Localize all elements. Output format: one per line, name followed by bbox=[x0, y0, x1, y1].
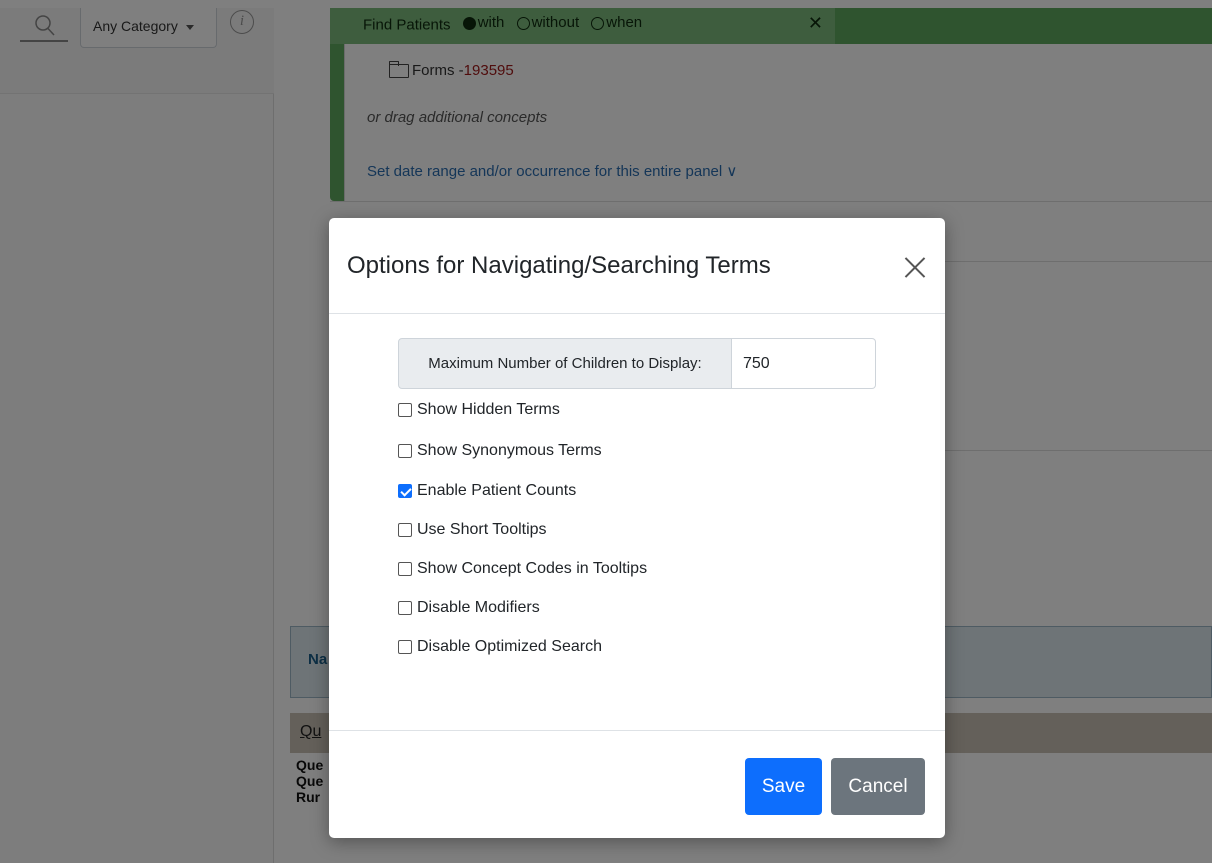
cancel-button[interactable]: Cancel bbox=[831, 758, 925, 815]
checkbox-show-hidden-terms[interactable]: Show Hidden Terms bbox=[398, 401, 560, 419]
checkbox-checked-icon[interactable] bbox=[398, 484, 412, 498]
options-modal: Options for Navigating/Searching Terms M… bbox=[329, 218, 945, 838]
checkbox-label: Use Short Tooltips bbox=[417, 521, 547, 538]
checkbox-label: Show Concept Codes in Tooltips bbox=[417, 560, 648, 577]
max-children-input[interactable] bbox=[732, 338, 876, 389]
checkbox-label: Show Synonymous Terms bbox=[417, 442, 602, 459]
modal-footer: Save Cancel bbox=[329, 730, 945, 838]
checkbox-disable-optimized-search[interactable]: Disable Optimized Search bbox=[398, 638, 602, 656]
checkbox-icon[interactable] bbox=[398, 444, 412, 458]
checkbox-label: Show Hidden Terms bbox=[417, 401, 560, 418]
checkbox-label: Disable Modifiers bbox=[417, 599, 540, 616]
checkbox-label: Enable Patient Counts bbox=[417, 482, 577, 499]
checkbox-show-synonymous-terms[interactable]: Show Synonymous Terms bbox=[398, 442, 602, 460]
modal-title: Options for Navigating/Searching Terms bbox=[347, 252, 771, 279]
checkbox-icon[interactable] bbox=[398, 562, 412, 576]
modal-body: Maximum Number of Children to Display: S… bbox=[329, 314, 945, 730]
max-children-group: Maximum Number of Children to Display: bbox=[398, 338, 876, 389]
checkbox-icon[interactable] bbox=[398, 601, 412, 615]
checkbox-icon[interactable] bbox=[398, 640, 412, 654]
checkbox-icon[interactable] bbox=[398, 523, 412, 537]
max-children-label: Maximum Number of Children to Display: bbox=[398, 338, 732, 389]
modal-header: Options for Navigating/Searching Terms bbox=[329, 218, 945, 314]
checkbox-show-concept-codes[interactable]: Show Concept Codes in Tooltips bbox=[398, 560, 647, 578]
checkbox-enable-patient-counts[interactable]: Enable Patient Counts bbox=[398, 482, 576, 500]
save-button[interactable]: Save bbox=[745, 758, 822, 815]
checkbox-icon[interactable] bbox=[398, 403, 412, 417]
close-icon[interactable] bbox=[902, 254, 928, 280]
checkbox-disable-modifiers[interactable]: Disable Modifiers bbox=[398, 599, 540, 617]
checkbox-use-short-tooltips[interactable]: Use Short Tooltips bbox=[398, 521, 547, 539]
checkbox-label: Disable Optimized Search bbox=[417, 638, 602, 655]
